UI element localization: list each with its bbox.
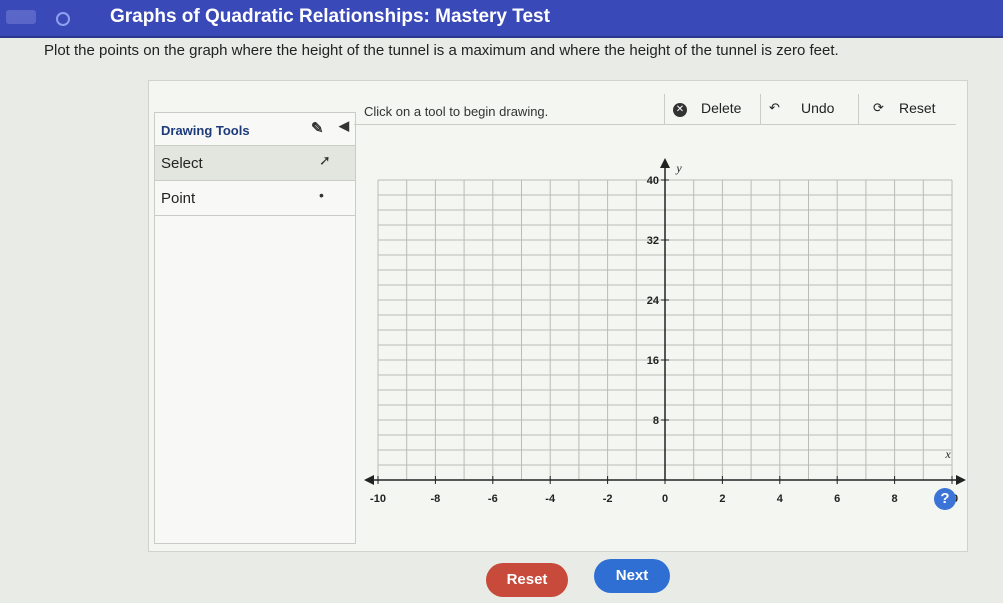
y-tick-label: 24 xyxy=(647,295,660,307)
x-tick-label: -6 xyxy=(488,493,498,505)
pointer-icon: ➚ xyxy=(319,152,331,168)
x-axis-label: x xyxy=(944,447,951,461)
reset-graph-label: Reset xyxy=(899,100,936,116)
reset-button[interactable]: Reset xyxy=(486,563,568,597)
x-tick-label: 6 xyxy=(834,493,840,505)
y-tick-label: 8 xyxy=(653,415,659,427)
page-title: Graphs of Quadratic Relationships: Maste… xyxy=(110,6,550,27)
tool-point[interactable]: Point • xyxy=(155,181,355,216)
reset-graph-button[interactable]: ⟳ Reset xyxy=(858,94,957,124)
drawing-tools-label: Drawing Tools xyxy=(161,123,250,138)
undo-button[interactable]: ↶ Undo xyxy=(760,94,859,124)
next-button[interactable]: Next xyxy=(594,559,670,593)
graph-toolbar: Click on a tool to begin drawing. ✕ Dele… xyxy=(354,94,956,125)
x-tick-label: 2 xyxy=(719,493,725,505)
y-axis-label: y xyxy=(675,161,682,175)
status-dot-icon xyxy=(56,12,70,26)
axes xyxy=(364,158,966,485)
delete-button[interactable]: ✕ Delete xyxy=(664,94,761,124)
x-tick-label: -4 xyxy=(545,493,556,505)
dot-icon: • xyxy=(319,187,324,203)
toolbar-hint: Click on a tool to begin drawing. xyxy=(364,104,549,119)
axis-labels: -10-8-6-4-20246810816243240xy xyxy=(370,161,958,505)
delete-label: Delete xyxy=(701,100,742,116)
undo-label: Undo xyxy=(801,100,835,116)
y-axis-arrow-icon xyxy=(660,158,670,168)
x-tick-label: -2 xyxy=(603,493,613,505)
x-tick-label: 4 xyxy=(777,493,784,505)
tool-select-label: Select xyxy=(161,155,203,172)
y-tick-label: 40 xyxy=(647,175,659,187)
delete-icon: ✕ xyxy=(673,100,687,117)
y-tick-label: 16 xyxy=(647,355,659,367)
menu-icon[interactable] xyxy=(6,10,36,24)
coordinate-plane[interactable]: -10-8-6-4-20246810816243240xy xyxy=(354,130,966,530)
undo-icon: ↶ xyxy=(769,100,780,115)
x-axis-right-arrow-icon xyxy=(956,475,966,485)
collapse-chevron-icon[interactable]: ◀ xyxy=(339,118,349,134)
drawing-tools-header: Drawing Tools ✎ ◀ xyxy=(155,113,355,146)
x-axis-left-arrow-icon xyxy=(364,475,374,485)
app-header: Graphs of Quadratic Relationships: Maste… xyxy=(0,0,1003,38)
tool-point-label: Point xyxy=(161,190,196,207)
question-instruction: Plot the points on the graph where the h… xyxy=(44,42,839,59)
tool-select[interactable]: Select ➚ xyxy=(155,146,355,181)
drawing-tools-panel: Drawing Tools ✎ ◀ Select ➚ Point • xyxy=(154,112,356,544)
x-tick-label: 8 xyxy=(892,493,898,505)
help-button[interactable]: ? xyxy=(934,488,956,510)
x-tick-label: 0 xyxy=(662,493,668,505)
x-tick-label: -10 xyxy=(370,493,386,505)
y-tick-label: 32 xyxy=(647,235,659,247)
reset-icon: ⟳ xyxy=(873,100,884,115)
pencil-icon: ✎ xyxy=(311,120,324,137)
x-tick-label: -8 xyxy=(431,493,441,505)
